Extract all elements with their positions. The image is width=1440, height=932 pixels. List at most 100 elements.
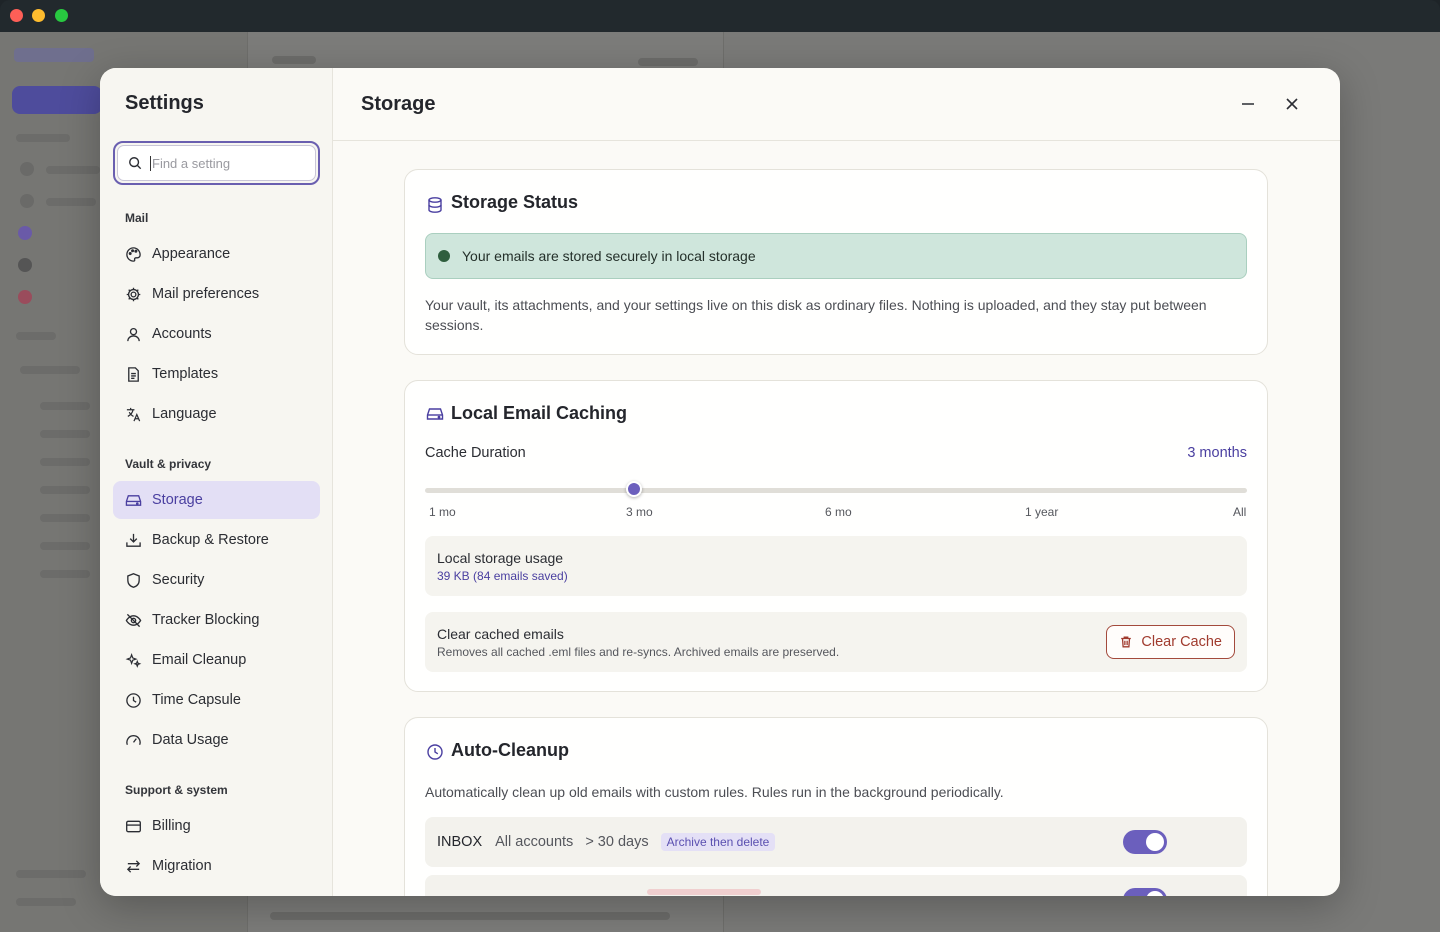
slider-tick-label: 6 mo xyxy=(825,505,852,519)
sidebar-item-billing[interactable]: Billing xyxy=(113,807,320,845)
settings-modal: Settings Mail Appearance Mail preference… xyxy=(100,68,1340,896)
sidebar-item-time-capsule[interactable]: Time Capsule xyxy=(113,681,320,719)
group-label-vault-privacy: Vault & privacy xyxy=(125,457,212,471)
sidebar-item-mail-preferences[interactable]: Mail preferences xyxy=(113,275,320,313)
background-dot xyxy=(20,162,34,176)
auto-cleanup-card: Auto-Cleanup Automatically clean up old … xyxy=(404,717,1268,896)
page-title: Storage xyxy=(361,93,436,115)
eye-off-icon xyxy=(125,612,142,629)
card-title-caching: Local Email Caching xyxy=(451,403,628,423)
slider-tick-label: All xyxy=(1233,505,1247,519)
sidebar-item-language[interactable]: Language xyxy=(113,395,320,433)
rule-action-badge: Archive then delete xyxy=(660,833,776,851)
gear-icon xyxy=(125,286,142,303)
database-icon xyxy=(428,197,442,213)
sidebar-item-label: Tracker Blocking xyxy=(152,612,260,628)
drive-icon xyxy=(125,492,142,509)
user-icon xyxy=(125,326,142,343)
settings-search-box[interactable] xyxy=(113,141,320,185)
background-line xyxy=(40,458,90,466)
status-text: Your emails are stored securely in local… xyxy=(462,248,756,264)
minus-icon xyxy=(1242,103,1254,105)
clear-cache-button[interactable]: Clear Cache xyxy=(1106,625,1235,659)
cleanup-rule-row[interactable] xyxy=(425,875,1247,896)
sidebar-item-tracker-blocking[interactable]: Tracker Blocking xyxy=(113,601,320,639)
sidebar-item-backup-restore[interactable]: Backup & Restore xyxy=(113,521,320,559)
background-line xyxy=(16,134,70,142)
sidebar-item-label: Accounts xyxy=(152,326,212,342)
background-line xyxy=(40,570,90,578)
slider-tick-label: 1 mo xyxy=(429,505,456,519)
sidebar-item-label: Email Cleanup xyxy=(152,652,247,668)
cache-duration-slider[interactable] xyxy=(425,488,1247,493)
background-line xyxy=(272,56,316,64)
rule-action-badge xyxy=(647,889,761,895)
rule-age: > 30 days xyxy=(585,834,649,850)
background-line xyxy=(16,870,86,878)
window-zoom-button[interactable] xyxy=(55,9,68,22)
window-minimize-button[interactable] xyxy=(32,9,45,22)
background-line xyxy=(46,198,96,206)
sidebar-item-email-cleanup[interactable]: Email Cleanup xyxy=(113,641,320,679)
group-label-mail: Mail xyxy=(125,211,149,225)
shield-icon xyxy=(125,572,142,589)
background-line xyxy=(40,542,90,550)
background-dot xyxy=(18,226,32,240)
rule-enabled-toggle[interactable] xyxy=(1123,888,1167,896)
sidebar-item-label: Mail preferences xyxy=(152,286,260,302)
sidebar-item-label: Billing xyxy=(152,818,191,834)
background-status-line xyxy=(270,912,670,920)
storage-status-card: Storage Status Your emails are stored se… xyxy=(404,169,1268,355)
sidebar-item-data-usage[interactable]: Data Usage xyxy=(113,721,320,759)
sidebar-item-label: Language xyxy=(152,406,217,422)
settings-title: Settings xyxy=(125,92,204,114)
auto-cleanup-description: Automatically clean up old emails with c… xyxy=(425,784,1004,800)
status-dot xyxy=(438,250,450,262)
settings-sidebar: Settings Mail Appearance Mail preference… xyxy=(100,68,333,896)
usage-title: Local storage usage xyxy=(437,550,564,566)
close-button[interactable] xyxy=(1280,92,1304,116)
background-line xyxy=(638,58,698,66)
sidebar-item-label: Time Capsule xyxy=(152,692,241,708)
download-tray-icon xyxy=(125,532,142,549)
credit-card-icon xyxy=(125,818,142,835)
settings-search-input[interactable] xyxy=(150,155,300,171)
sidebar-item-storage[interactable]: Storage xyxy=(113,481,320,519)
sidebar-item-label: Data Usage xyxy=(152,732,229,748)
content-header: Storage xyxy=(333,68,1340,141)
background-line xyxy=(20,366,80,374)
sidebar-item-templates[interactable]: Templates xyxy=(113,355,320,393)
background-line xyxy=(46,166,100,174)
card-title-auto-cleanup: Auto-Cleanup xyxy=(451,740,569,760)
window-close-button[interactable] xyxy=(10,9,23,22)
translate-icon xyxy=(125,406,142,423)
document-icon xyxy=(125,366,142,383)
background-line xyxy=(16,332,56,340)
background-line xyxy=(40,514,90,522)
palette-icon xyxy=(125,246,142,263)
background-line xyxy=(40,402,90,410)
background-compose-button xyxy=(12,86,102,114)
rule-enabled-toggle[interactable] xyxy=(1123,830,1167,854)
background-line xyxy=(40,486,90,494)
background-line xyxy=(16,898,76,906)
background-dot xyxy=(18,258,32,272)
sidebar-item-migration[interactable]: Migration xyxy=(113,847,320,885)
minimize-button[interactable] xyxy=(1236,92,1260,116)
sidebar-item-security[interactable]: Security xyxy=(113,561,320,599)
cache-duration-label: Cache Duration xyxy=(425,445,526,461)
cleanup-rule-row[interactable]: INBOX All accounts > 30 days Archive the… xyxy=(425,817,1247,867)
sidebar-item-accounts[interactable]: Accounts xyxy=(113,315,320,353)
sidebar-item-label: Storage xyxy=(152,492,203,508)
sidebar-item-appearance[interactable]: Appearance xyxy=(113,235,320,273)
sidebar-item-label: Security xyxy=(152,572,205,588)
status-banner: Your emails are stored securely in local… xyxy=(425,233,1247,279)
background-dot xyxy=(20,194,34,208)
caching-card: Local Email Caching Cache Duration 3 mon… xyxy=(404,380,1268,692)
slider-thumb[interactable] xyxy=(626,481,642,497)
trash-icon xyxy=(1121,636,1132,648)
toggle-knob xyxy=(1146,891,1164,896)
rule-scope: All accounts xyxy=(495,834,574,850)
group-label-support-system: Support & system xyxy=(125,783,228,797)
window-titlebar xyxy=(0,0,1440,32)
